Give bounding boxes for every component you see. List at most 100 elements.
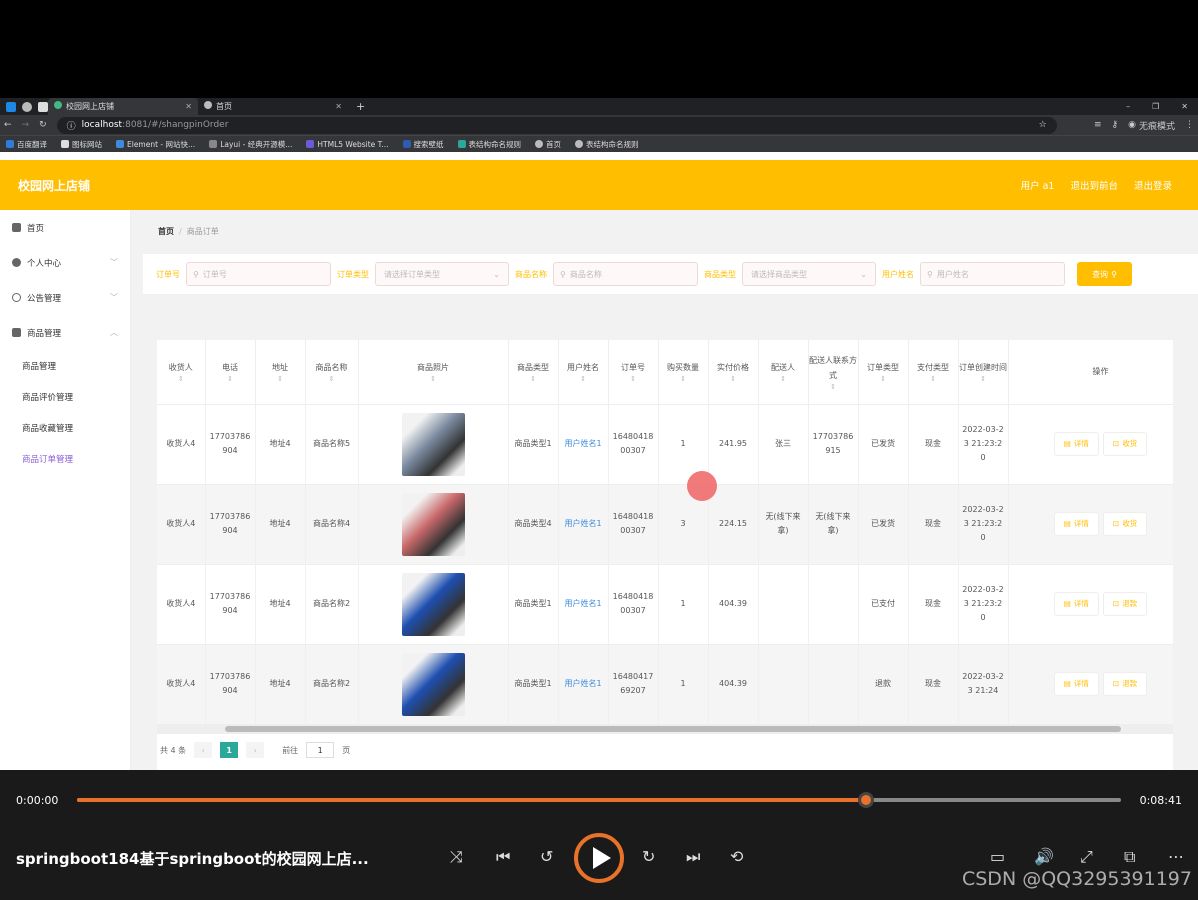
forward-icon[interactable]: → xyxy=(22,120,30,130)
sort-icon[interactable]: ⇕ xyxy=(206,375,255,383)
sort-icon[interactable]: ⇕ xyxy=(157,375,205,383)
rewind-10-icon[interactable]: ↺ xyxy=(540,847,553,866)
order-no-input[interactable]: ⚲ 订单号 xyxy=(186,262,331,286)
column-header[interactable]: 收货人 ⇕ xyxy=(157,340,206,405)
action-button[interactable]: ⊡ 退款 xyxy=(1102,672,1148,696)
close-window-icon[interactable]: ✕ xyxy=(1181,102,1188,111)
minimize-icon[interactable]: – xyxy=(1126,102,1130,111)
next-icon[interactable]: ⏭ xyxy=(686,847,700,867)
table-row[interactable]: 收货人4 17703786904 地址4 商品名称2 商品类型1 用户姓名1 1648041… xyxy=(157,564,1173,645)
action-button[interactable]: ⊡ 退款 xyxy=(1102,592,1148,616)
sort-icon[interactable]: ⇕ xyxy=(559,375,608,383)
scrollbar-thumb[interactable] xyxy=(225,726,1121,732)
prev-page-button[interactable]: ‹ xyxy=(194,742,213,758)
user-name-input[interactable]: ⚲ 用户姓名 xyxy=(920,262,1065,286)
previous-icon[interactable]: ⏮ xyxy=(496,847,510,867)
shuffle-icon[interactable]: ⤨ xyxy=(450,847,463,867)
sidebar-subitem-reviews[interactable]: 商品评价管理 xyxy=(0,381,130,412)
sidebar-subitem-goods[interactable]: 商品管理 xyxy=(0,350,130,381)
close-icon[interactable]: ✕ xyxy=(335,102,342,111)
order-type-select[interactable]: 请选择订单类型 ⌄ xyxy=(375,262,509,286)
next-page-button[interactable]: › xyxy=(246,742,265,758)
volume-icon[interactable]: 🔊 xyxy=(1034,847,1054,866)
browser-tab[interactable]: 首页 ✕ xyxy=(198,98,348,115)
star-icon[interactable]: ☆ xyxy=(1039,120,1047,130)
sidebar-item-goods[interactable]: 商品管理 ︿ xyxy=(0,315,130,350)
detail-button[interactable]: ▤ 详情 xyxy=(1053,432,1099,456)
goods-name-input[interactable]: ⚲ 商品名称 xyxy=(553,262,698,286)
back-icon[interactable]: ← xyxy=(4,120,12,130)
close-icon[interactable]: ✕ xyxy=(185,102,192,111)
sort-icon[interactable]: ⇕ xyxy=(859,375,908,383)
maximize-icon[interactable]: ❐ xyxy=(1152,102,1159,111)
reading-list-icon[interactable]: ≡ xyxy=(1094,120,1102,130)
column-header[interactable]: 用户姓名 ⇕ xyxy=(558,340,609,405)
column-header[interactable]: 商品照片 ⇕ xyxy=(358,340,509,405)
bookmark[interactable]: 表结构命名规则 xyxy=(457,139,521,150)
seek-handle[interactable] xyxy=(858,792,875,808)
column-header[interactable]: 配送人联系方式 ⇕ xyxy=(808,340,859,405)
sort-icon[interactable]: ⇕ xyxy=(609,375,658,383)
bookmark[interactable]: 搜索壁纸 xyxy=(402,139,444,150)
action-button[interactable]: ⊡ 收货 xyxy=(1102,432,1148,456)
column-header[interactable]: 购买数量 ⇕ xyxy=(658,340,709,405)
breadcrumb-home[interactable]: 首页 xyxy=(158,227,174,236)
captions-icon[interactable]: ▭ xyxy=(990,847,1005,866)
table-row[interactable]: 收货人4 17703786904 地址4 商品名称2 商品类型1 用户姓名1 1648041… xyxy=(157,644,1173,725)
bookmark[interactable]: Layui - 经典开源模... xyxy=(209,139,292,150)
column-header[interactable]: 支付类型 ⇕ xyxy=(908,340,959,405)
detail-button[interactable]: ▤ 详情 xyxy=(1053,512,1099,536)
current-page[interactable]: 1 xyxy=(220,742,239,758)
logout-link[interactable]: 退出登录 xyxy=(1134,178,1172,192)
sort-icon[interactable]: ⇕ xyxy=(659,375,708,383)
browser-tab-active[interactable]: 校园网上店铺 ✕ xyxy=(48,98,198,115)
column-header[interactable]: 实付价格 ⇕ xyxy=(708,340,759,405)
table-row[interactable]: 收货人4 17703786904 地址4 商品名称5 商品类型1 用户姓名1 1648041… xyxy=(157,404,1173,485)
column-header[interactable]: 商品类型 ⇕ xyxy=(508,340,559,405)
action-button[interactable]: ⊡ 收货 xyxy=(1102,512,1148,536)
bookmark[interactable]: Element - 网站快... xyxy=(116,139,195,150)
sort-icon[interactable]: ⇕ xyxy=(709,375,758,383)
sort-icon[interactable]: ⇕ xyxy=(909,375,958,383)
sort-icon[interactable]: ⇕ xyxy=(509,375,558,383)
sidebar-item-notice[interactable]: 公告管理 ﹀ xyxy=(0,280,130,315)
page-jump-input[interactable]: 1 xyxy=(306,742,335,758)
sidebar-item-profile[interactable]: 个人中心 ﹀ xyxy=(0,245,130,280)
column-header[interactable]: 电话 ⇕ xyxy=(205,340,256,405)
detail-button[interactable]: ▤ 详情 xyxy=(1053,592,1099,616)
sort-icon[interactable]: ⇕ xyxy=(359,375,508,383)
sort-icon[interactable]: ⇕ xyxy=(959,375,1008,383)
new-tab-icon[interactable]: + xyxy=(356,100,365,113)
bookmark[interactable]: 图标网站 xyxy=(61,139,102,150)
seek-bar[interactable] xyxy=(77,792,1121,808)
incognito-badge[interactable]: ◉ 无痕模式 xyxy=(1128,119,1175,132)
detail-button[interactable]: ▤ 详情 xyxy=(1053,672,1099,696)
sidebar-subitem-orders[interactable]: 商品订单管理 xyxy=(0,443,130,474)
miniplayer-icon[interactable]: ⧉ xyxy=(1124,847,1135,867)
goods-type-select[interactable]: 请选择商品类型 ⌄ xyxy=(742,262,876,286)
reload-icon[interactable]: ↻ xyxy=(39,120,47,130)
column-header[interactable]: 地址 ⇕ xyxy=(255,340,306,405)
bookmark[interactable]: 百度翻译 xyxy=(6,139,47,150)
repeat-icon[interactable]: ⟲ xyxy=(730,847,743,866)
column-header[interactable]: 订单号 ⇕ xyxy=(608,340,659,405)
sort-icon[interactable]: ⇕ xyxy=(306,375,358,383)
sort-icon[interactable]: ⇕ xyxy=(256,375,305,383)
sidebar-item-home[interactable]: 首页 xyxy=(0,210,130,245)
horizontal-scrollbar[interactable] xyxy=(157,724,1173,734)
bookmark[interactable]: 首页 xyxy=(535,139,561,150)
bookmark[interactable]: 表结构命名规则 xyxy=(575,139,639,150)
column-header[interactable]: 配送人 ⇕ xyxy=(758,340,809,405)
url-field[interactable]: ⓘ localhost:8081/#/shangpinOrder ☆ xyxy=(56,116,1057,134)
key-icon[interactable]: ⚷ xyxy=(1112,120,1119,130)
bookmark[interactable]: HTML5 Website T... xyxy=(306,140,389,149)
query-button[interactable]: 查询 ⚲ xyxy=(1077,262,1132,286)
sort-icon[interactable]: ⇕ xyxy=(759,375,808,383)
forward-30-icon[interactable]: ↻ xyxy=(642,847,655,866)
exit-to-front-link[interactable]: 退出到前台 xyxy=(1070,178,1118,192)
play-button[interactable] xyxy=(574,833,624,883)
table-row[interactable]: 收货人4 17703786904 地址4 商品名称4 商品类型4 用户姓名1 1648041… xyxy=(157,484,1173,565)
column-header[interactable]: 订单类型 ⇕ xyxy=(858,340,909,405)
menu-icon[interactable]: ⋮ xyxy=(1185,120,1194,130)
info-icon[interactable]: ⓘ xyxy=(67,119,76,132)
